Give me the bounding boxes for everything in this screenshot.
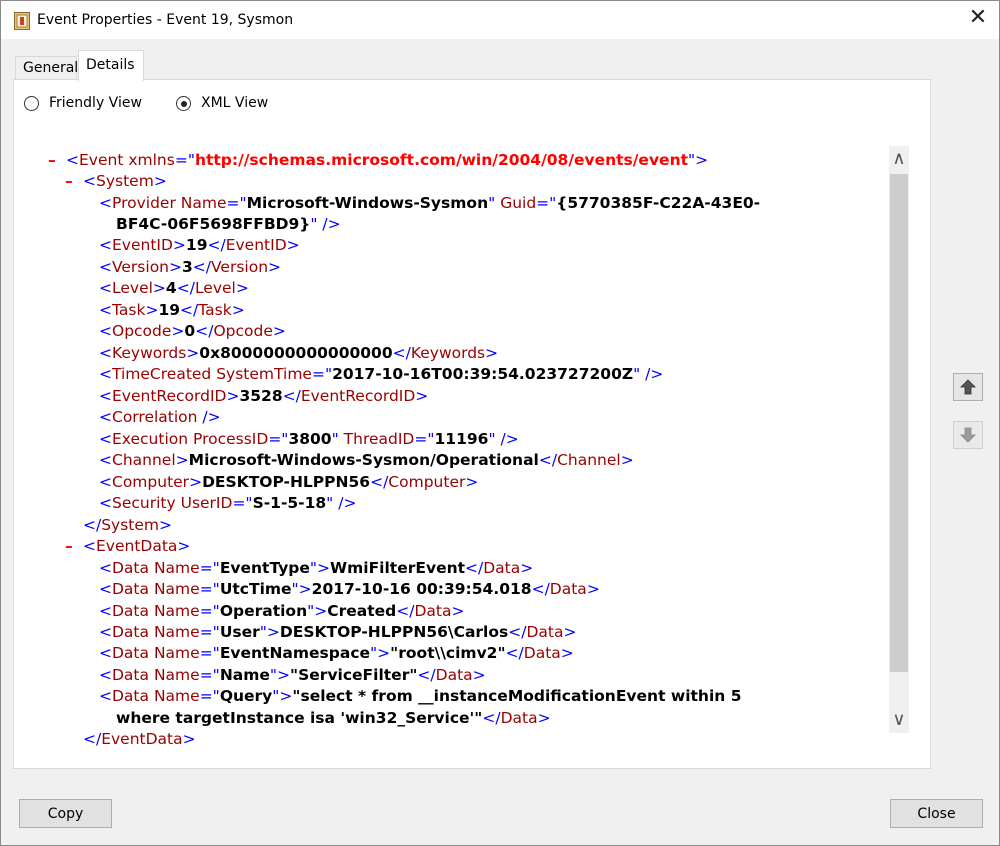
xml-eventid-line: <EventID>19</EventID> [99, 236, 300, 254]
xml-eventdata-close-line: </EventData> [83, 730, 196, 747]
xml-security-line: <Security UserID="S-1-5-18" /> [99, 494, 357, 512]
xml-data-line: <Data Name="UtcTime">2017-10-16 00:39:54… [99, 580, 600, 598]
tab-general[interactable]: General [15, 56, 78, 80]
xml-vertical-scrollbar[interactable]: ∧ ∨ [889, 146, 909, 733]
xml-data-line: <Data Name="EventType">WmiFilterEvent</D… [99, 559, 534, 577]
xml-eventrecordid-line: <EventRecordID>3528</EventRecordID> [99, 387, 429, 405]
xml-correlation-line: <Correlation /> [99, 408, 221, 426]
tab-details[interactable]: Details [78, 50, 144, 81]
xml-data-query-line: <Data Name="Query">"select * from __inst… [99, 687, 742, 705]
xml-timecreated-line: <TimeCreated SystemTime="2017-10-16T00:3… [99, 365, 664, 383]
close-button[interactable]: Close [890, 799, 983, 828]
arrow-down-icon [960, 427, 976, 443]
title-bar: Event Properties - Event 19, Sysmon ✕ [1, 1, 999, 39]
xml-opcode-line: <Opcode>0</Opcode> [99, 322, 286, 340]
collapse-eventdata-icon[interactable]: – [65, 536, 73, 557]
radio-checked-icon[interactable] [176, 96, 191, 111]
xml-provider-line-cont: BF4C-06F5698FFBD9}" /> [116, 215, 341, 233]
xml-computer-line: <Computer>DESKTOP-HLPPN56</Computer> [99, 473, 479, 491]
scroll-down-icon[interactable]: ∨ [889, 707, 909, 733]
xml-system-close-line: </System> [83, 516, 173, 534]
xml-task-line: <Task>19</Task> [99, 301, 245, 319]
xml-data-query-line-cont: where targetInstance isa 'win32_Service'… [116, 709, 551, 727]
radio-dot-icon [180, 100, 187, 107]
xml-version-line: <Version>3</Version> [99, 258, 282, 276]
scroll-up-icon[interactable]: ∧ [889, 146, 909, 172]
collapse-system-icon[interactable]: – [65, 171, 73, 192]
event-properties-window: Event Properties - Event 19, Sysmon ✕ Ge… [0, 0, 1000, 846]
xml-data-line: <Data Name="Name">"ServiceFilter"</Data> [99, 666, 486, 684]
xml-data-line: <Data Name="Operation">Created</Data> [99, 602, 465, 620]
close-icon[interactable]: ✕ [961, 5, 995, 33]
collapse-event-icon[interactable]: – [48, 150, 56, 171]
scroll-thumb[interactable] [890, 174, 908, 672]
window-title: Event Properties - Event 19, Sysmon [37, 12, 294, 28]
xml-view-content[interactable]: – <Event xmlns="http://schemas.microsoft… [36, 131, 889, 747]
xml-keywords-line: <Keywords>0x8000000000000000</Keywords> [99, 344, 499, 362]
xml-channel-line: <Channel>Microsoft-Windows-Sysmon/Operat… [99, 451, 634, 469]
xml-view-label[interactable]: XML View [201, 95, 268, 111]
arrow-up-icon [960, 379, 976, 395]
xml-data-line: <Data Name="EventNamespace">"root\\cimv2… [99, 644, 574, 662]
event-viewer-icon [14, 12, 30, 30]
next-event-button[interactable] [953, 421, 983, 449]
xml-execution-line: <Execution ProcessID="3800" ThreadID="11… [99, 430, 519, 448]
xml-data-line: <Data Name="User">DESKTOP-HLPPN56\Carlos… [99, 623, 577, 641]
friendly-view-label[interactable]: Friendly View [49, 95, 142, 111]
xml-provider-line: <Provider Name="Microsoft-Windows-Sysmon… [99, 194, 761, 212]
radio-unchecked-icon[interactable] [24, 96, 39, 111]
xml-level-line: <Level>4</Level> [99, 279, 249, 297]
copy-button[interactable]: Copy [19, 799, 112, 828]
previous-event-button[interactable] [953, 373, 983, 401]
